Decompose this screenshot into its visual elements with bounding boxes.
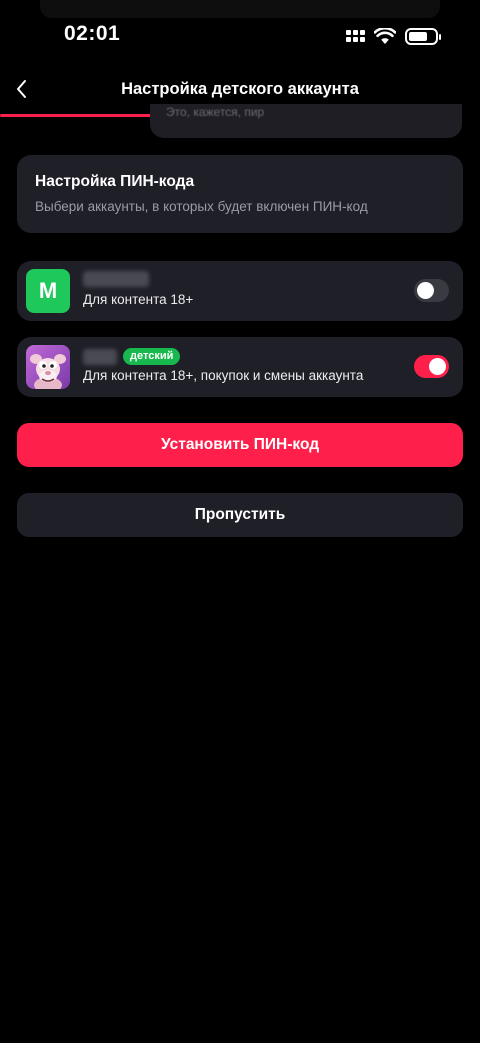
pin-setup-card: Настройка ПИН-кода Выбери аккаунты, в ко…	[17, 155, 463, 233]
account-name-hidden	[83, 271, 149, 287]
pin-toggle[interactable]	[414, 355, 449, 378]
battery-icon	[405, 27, 441, 45]
pin-toggle[interactable]	[414, 279, 449, 302]
child-account-setup-screen: 02:01 Настройка детского аккаунта Это, к…	[0, 0, 480, 1043]
toggle-knob	[429, 358, 446, 375]
page-title: Настройка детского аккаунта	[121, 80, 359, 98]
peek-card-text: Это, кажется, пир	[166, 105, 265, 119]
signal-icon	[346, 30, 365, 42]
account-row[interactable]: M Для контента 18+	[17, 261, 463, 321]
account-description: Для контента 18+, покупок и смены аккаун…	[83, 368, 364, 383]
peek-card: Это, кажется, пир	[150, 104, 462, 138]
wifi-icon	[374, 27, 396, 45]
account-description: Для контента 18+	[83, 292, 194, 307]
set-pin-button[interactable]: Установить ПИН-код	[17, 423, 463, 467]
avatar: M	[26, 269, 70, 313]
status-time: 02:01	[64, 22, 121, 45]
pin-card-subtitle: Выбери аккаунты, в которых будет включен…	[35, 199, 368, 214]
account-name-hidden	[83, 349, 117, 365]
cartoon-avatar-icon	[26, 345, 70, 389]
pin-card-title: Настройка ПИН-кода	[35, 173, 195, 190]
account-row[interactable]: детский Для контента 18+, покупок и смен…	[17, 337, 463, 397]
status-bar: 02:01	[0, 0, 480, 70]
status-icons	[346, 26, 441, 46]
avatar	[26, 345, 70, 389]
status-bar-ghost	[40, 0, 440, 18]
child-badge: детский	[123, 348, 181, 365]
toggle-knob	[417, 282, 434, 299]
skip-button[interactable]: Пропустить	[17, 493, 463, 537]
